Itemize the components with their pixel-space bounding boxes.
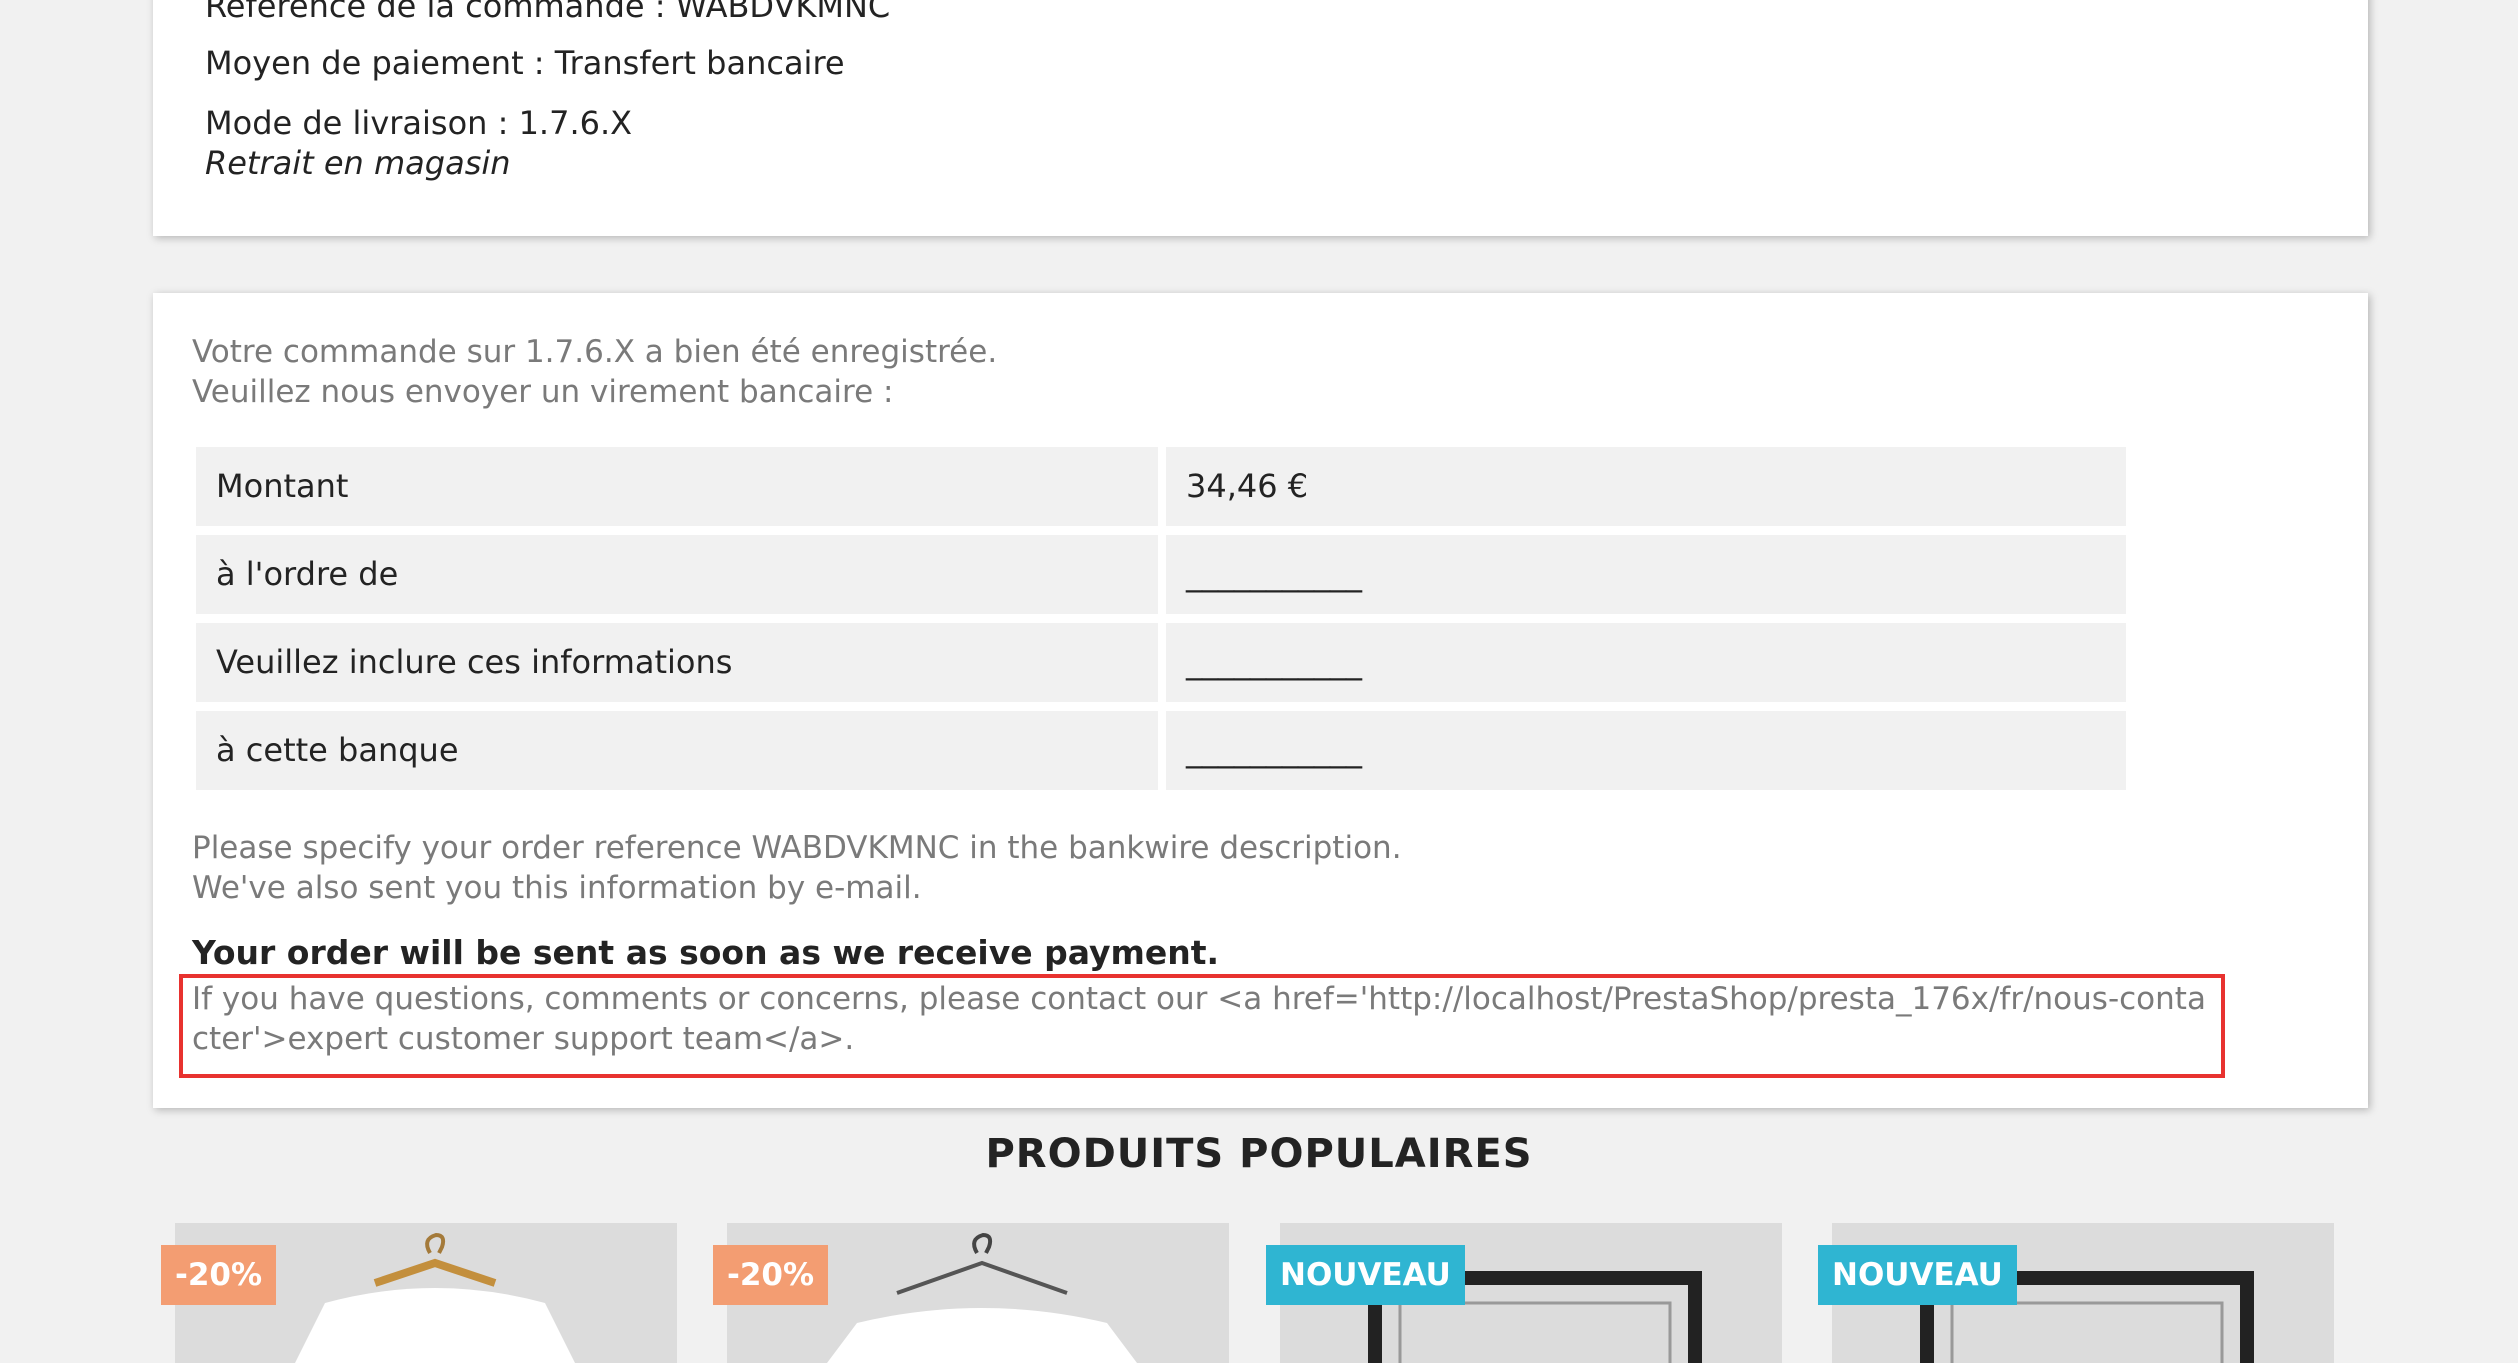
table-row: Montant 34,46 € bbox=[196, 447, 2126, 526]
shipping-notice: Your order will be sent as soon as we re… bbox=[192, 933, 1220, 972]
row-value-amount: 34,46 € bbox=[1166, 447, 2126, 526]
email-note: We've also sent you this information by … bbox=[192, 870, 922, 906]
table-row: à l'ordre de ___________ bbox=[196, 535, 2126, 614]
bankwire-details-table: Montant 34,46 € à l'ordre de ___________… bbox=[196, 447, 2126, 799]
row-value-details: ___________ bbox=[1166, 623, 2126, 702]
payment-method: Moyen de paiement : Transfert bancaire bbox=[205, 44, 845, 82]
row-label-bank: à cette banque bbox=[196, 711, 1158, 790]
new-badge: NOUVEAU bbox=[1266, 1245, 1465, 1305]
new-badge: NOUVEAU bbox=[1818, 1245, 2017, 1305]
order-confirmation-text: Votre commande sur 1.7.6.X a bien été en… bbox=[192, 334, 998, 370]
delivery-carrier: Retrait en magasin bbox=[205, 144, 511, 182]
delivery-method: Mode de livraison : 1.7.6.X bbox=[205, 104, 633, 142]
contact-support-text: If you have questions, comments or conce… bbox=[192, 981, 2206, 1057]
row-label-details: Veuillez inclure ces informations bbox=[196, 623, 1158, 702]
row-value-owner: ___________ bbox=[1166, 535, 2126, 614]
discount-badge: -20% bbox=[161, 1245, 277, 1305]
order-reference: Référence de la commande : WABDVKMNC bbox=[205, 0, 891, 25]
discount-badge: -20% bbox=[713, 1245, 829, 1305]
table-row: à cette banque ___________ bbox=[196, 711, 2126, 790]
row-value-bank: ___________ bbox=[1166, 711, 2126, 790]
reference-note: Please specify your order reference WABD… bbox=[192, 830, 1402, 866]
row-label-amount: Montant bbox=[196, 447, 1158, 526]
bankwire-request-text: Veuillez nous envoyer un virement bancai… bbox=[192, 374, 894, 410]
bankwire-instructions-card: Votre commande sur 1.7.6.X a bien été en… bbox=[153, 293, 2368, 1108]
order-details-card: Référence de la commande : WABDVKMNC Moy… bbox=[153, 0, 2368, 236]
popular-products-title: PRODUITS POPULAIRES bbox=[985, 1131, 1533, 1177]
row-label-owner: à l'ordre de bbox=[196, 535, 1158, 614]
table-row: Veuillez inclure ces informations ______… bbox=[196, 623, 2126, 702]
